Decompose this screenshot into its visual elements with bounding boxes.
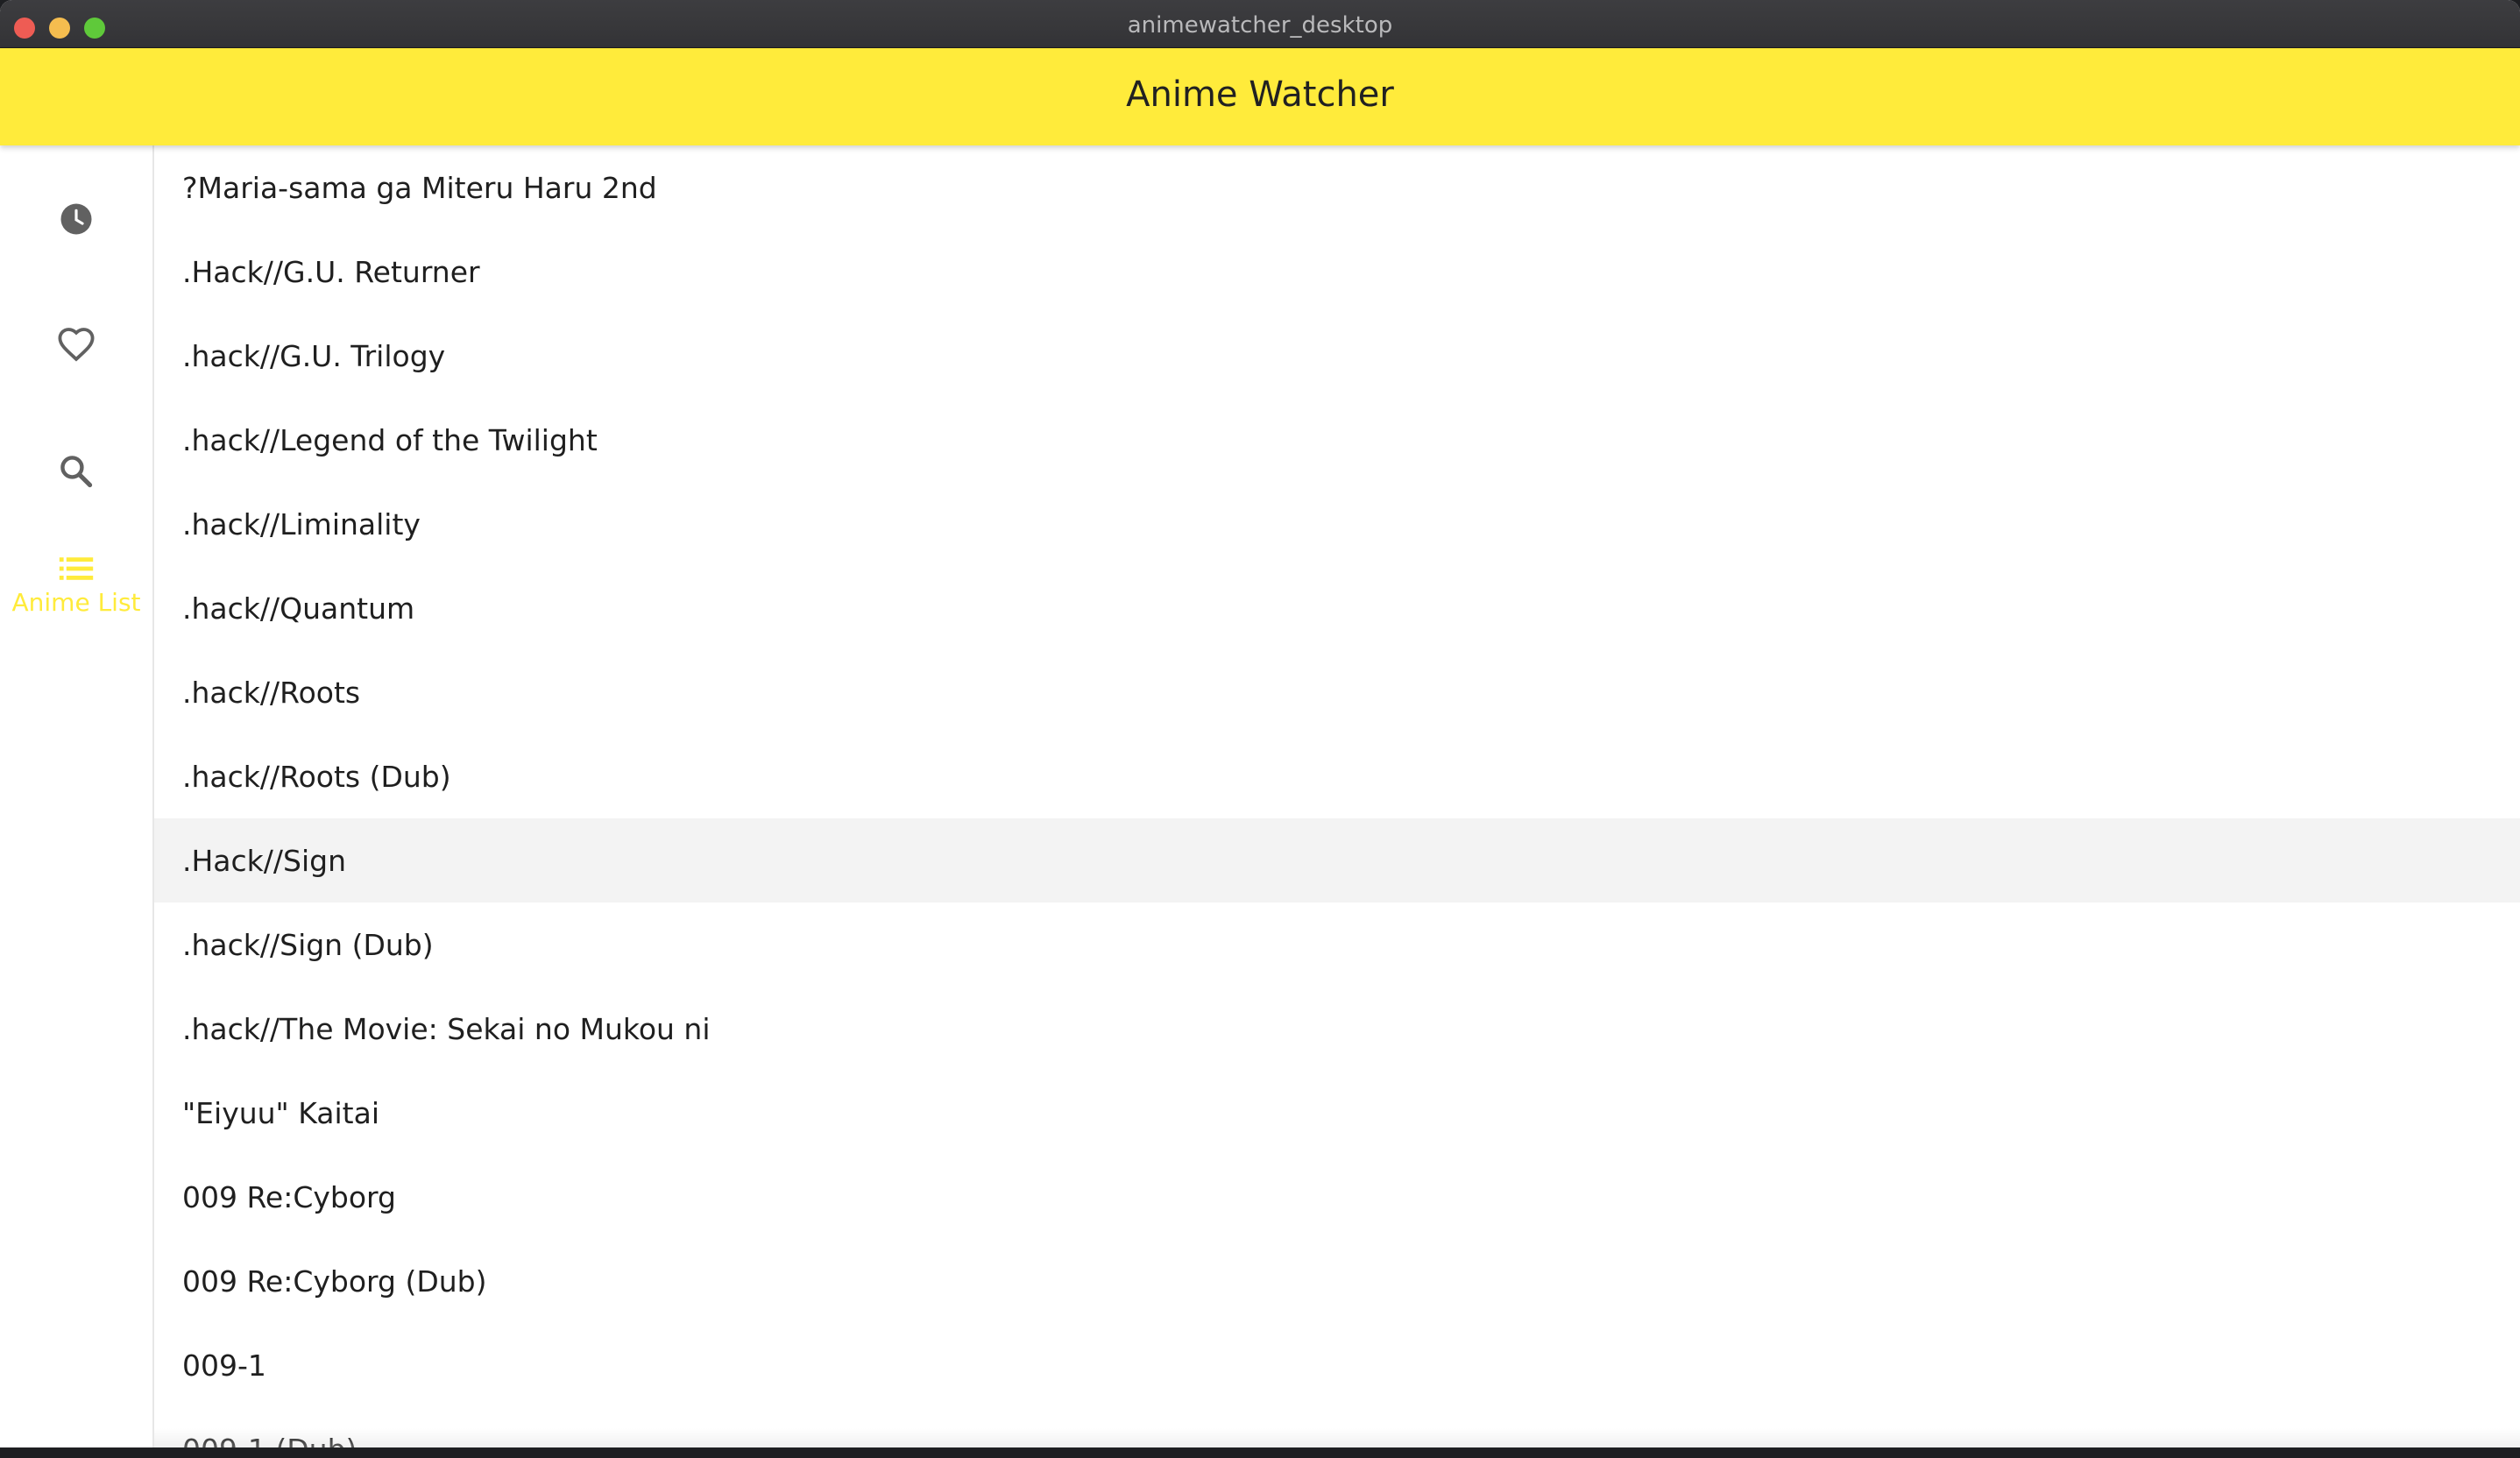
app-window: animewatcher_desktop Anime Watcher Anime… [0,0,2520,1447]
list-item-highlighted[interactable]: .Hack//Sign [154,818,2520,902]
list-icon [59,555,94,583]
list-item[interactable]: 009 Re:Cyborg (Dub) [154,1239,2520,1323]
list-item[interactable]: .hack//Quantum [154,566,2520,650]
list-item[interactable]: 009-1 (Dub) [154,1407,2520,1448]
heart-icon [56,325,96,365]
rail-item-search[interactable] [0,419,152,524]
rail-label-anime-list: Anime List [11,587,141,617]
anime-list[interactable]: ?Maria-sama ga Miteru Haru 2nd .Hack//G.… [154,145,2520,1447]
list-item[interactable]: .hack//Roots [154,650,2520,734]
clock-icon [58,201,95,237]
app-title: Anime Watcher [1126,74,1394,115]
list-item[interactable]: .hack//Legend of the Twilight [154,398,2520,482]
list-item[interactable]: .hack//Roots (Dub) [154,734,2520,818]
list-item[interactable]: .hack//G.U. Trilogy [154,314,2520,398]
rail-item-anime-list[interactable]: Anime List [0,533,152,638]
navigation-rail: Anime List [0,145,154,1447]
window-titlebar[interactable]: animewatcher_desktop [0,0,2520,48]
list-item[interactable]: .hack//Sign (Dub) [154,902,2520,987]
list-item[interactable]: .Hack//G.U. Returner [154,230,2520,314]
list-item[interactable]: ?Maria-sama ga Miteru Haru 2nd [154,145,2520,230]
list-item[interactable]: .hack//Liminality [154,482,2520,566]
rail-item-recent[interactable] [0,166,152,272]
list-item[interactable]: .hack//The Movie: Sekai no Mukou ni [154,987,2520,1071]
search-icon [57,452,96,491]
window-title: animewatcher_desktop [1127,12,1393,39]
list-item[interactable]: "Eiyuu" Kaitai [154,1071,2520,1155]
rail-item-favorites[interactable] [0,293,152,398]
list-item[interactable]: 009-1 [154,1323,2520,1407]
list-item[interactable]: 009 Re:Cyborg [154,1155,2520,1239]
app-bar: Anime Watcher [0,48,2520,145]
